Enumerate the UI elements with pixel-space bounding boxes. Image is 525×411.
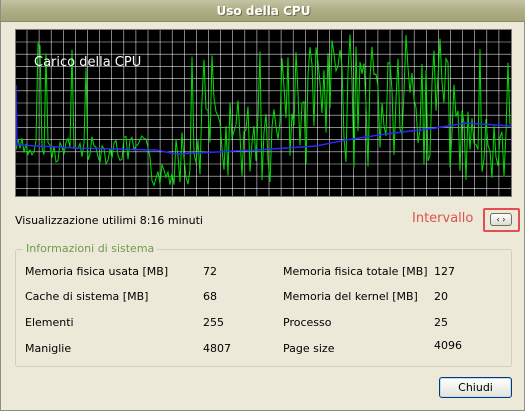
system-info-title: Informazioni di sistema [23, 242, 158, 255]
window-title: Uso della CPU [216, 4, 311, 18]
view-duration-text: Visualizzazione utilimi 8:16 minuti [15, 214, 203, 227]
physical-memory-total-label: Memoria fisica totale [MB] [283, 265, 428, 278]
interval-label: Intervallo [412, 211, 474, 226]
system-cache-value: 68 [203, 290, 217, 303]
interval-arrows-icon: ‹ › [496, 215, 506, 224]
handles-value: 4807 [203, 342, 231, 355]
physical-memory-total-value: 127 [434, 265, 455, 278]
process-value: 25 [434, 316, 448, 329]
interval-button[interactable]: ‹ › [490, 213, 512, 226]
cpu-usage-window: Uso della CPU Carico della CPU Visualizz… [0, 0, 525, 411]
close-button[interactable]: Chiudi [439, 377, 512, 398]
page-size-value: 4096 [434, 339, 462, 352]
physical-memory-used-value: 72 [203, 265, 217, 278]
elements-value: 255 [203, 316, 224, 329]
handles-label: Maniglie [25, 342, 72, 355]
cpu-load-graph: Carico della CPU [15, 29, 512, 197]
elements-label: Elementi [25, 316, 74, 329]
physical-memory-used-label: Memoria fisica usata [MB] [25, 265, 169, 278]
kernel-memory-label: Memoria del kernel [MB] [283, 290, 418, 303]
title-bar[interactable]: Uso della CPU [1, 0, 525, 22]
process-label: Processo [283, 316, 332, 329]
kernel-memory-value: 20 [434, 290, 448, 303]
system-cache-label: Cache di sistema [MB] [25, 290, 149, 303]
graph-label: Carico della CPU [34, 55, 142, 70]
page-size-label: Page size [283, 342, 335, 355]
